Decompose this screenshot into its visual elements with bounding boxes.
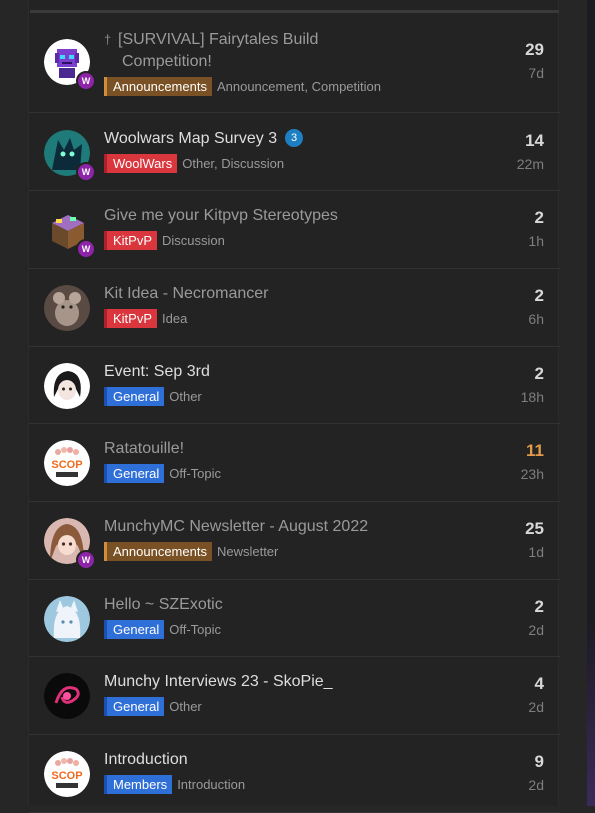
activity-age[interactable]: 1d (528, 544, 544, 560)
topic-title-text: Event: Sep 3rd (104, 363, 210, 380)
activity-age[interactable]: 7d (528, 65, 544, 81)
topic-list-header-divider (30, 10, 559, 13)
topic-meta: Announcements Newsletter (104, 541, 278, 561)
topic-tags[interactable]: Off-Topic (169, 622, 221, 637)
topic-title-link[interactable]: † [SURVIVAL] Fairytales Build (104, 29, 318, 51)
user-badge-icon: W (76, 162, 96, 182)
scop-logo-avatar-icon[interactable]: SCOP (44, 440, 90, 486)
topic-row[interactable]: Hello ~ SZExotic General Off-Topic 2 2d (29, 580, 560, 657)
topic-title-link[interactable]: Ratatouille! (104, 438, 184, 460)
topic-meta: Announcements Announcement, Competition (104, 76, 381, 96)
activity-age[interactable]: 1h (528, 233, 544, 249)
topic-row[interactable]: W Give me your Kitpvp Stereotypes KitPvP Di… (29, 191, 560, 269)
topic-title-link[interactable]: Woolwars Map Survey 3 3 (104, 128, 304, 150)
reply-count[interactable]: 2 (535, 286, 544, 306)
activity-age[interactable]: 23h (521, 466, 544, 482)
topic-title-text: MunchyMC Newsletter - August 2022 (104, 518, 369, 535)
topic-title-text: Munchy Interviews 23 - SkoPie_ (104, 673, 333, 690)
topic-row[interactable]: W Woolwars Map Survey 3 3 WoolWars Other, Di… (29, 114, 560, 191)
activity-age[interactable]: 2d (528, 699, 544, 715)
activity-age[interactable]: 18h (521, 389, 544, 405)
reply-count[interactable]: 2 (535, 208, 544, 228)
topic-title-text: [SURVIVAL] Fairytales Build (118, 31, 319, 48)
topic-meta: KitPvP Discussion (104, 230, 225, 250)
topic-row[interactable]: Kit Idea - Necromancer KitPvP Idea 2 6h (29, 269, 560, 347)
reply-count[interactable]: 25 (525, 519, 544, 539)
topic-tags[interactable]: Introduction (177, 777, 245, 792)
topic-meta: General Off-Topic (104, 619, 221, 639)
topic-row[interactable]: W † [SURVIVAL] Fairytales Build Competition… (29, 14, 560, 113)
category-badge[interactable]: General (104, 696, 165, 716)
user-badge-icon: W (76, 71, 96, 91)
neon-swirl-avatar-icon[interactable] (44, 673, 90, 719)
reply-count[interactable]: 14 (525, 131, 544, 151)
topic-title-link[interactable]: Give me your Kitpvp Stereotypes (104, 205, 338, 227)
topic-title-text: Ratatouille! (104, 440, 185, 457)
reply-count[interactable]: 2 (535, 597, 544, 617)
activity-age[interactable]: 6h (528, 311, 544, 327)
category-badge[interactable]: Members (104, 774, 173, 794)
activity-age[interactable]: 22m (517, 156, 544, 172)
topic-tags[interactable]: Discussion (162, 233, 225, 248)
topic-tags[interactable]: Announcement, Competition (217, 79, 381, 94)
reply-count[interactable]: 2 (535, 364, 544, 384)
topic-title-link[interactable]: Introduction (104, 749, 188, 771)
topic-title-link[interactable]: Kit Idea - Necromancer (104, 283, 269, 305)
scop-logo-avatar-icon[interactable]: SCOP (44, 751, 90, 797)
user-badge-icon: W (76, 550, 96, 570)
topic-title-link[interactable]: MunchyMC Newsletter - August 2022 (104, 516, 368, 538)
rat-avatar-icon[interactable] (44, 285, 90, 331)
unread-count-badge[interactable]: 3 (285, 129, 304, 147)
category-badge[interactable]: Announcements (104, 76, 212, 96)
topic-row[interactable]: Event: Sep 3rd General Other 2 18h (29, 347, 560, 424)
topic-meta: Members Introduction (104, 774, 245, 794)
topic-meta: WoolWars Other, Discussion (104, 153, 284, 173)
pin-icon: † (104, 32, 112, 47)
scop-logo-text: SCOP (51, 459, 82, 471)
topic-title-text: Kit Idea - Necromancer (104, 285, 269, 302)
topic-meta: KitPvP Idea (104, 308, 187, 328)
topic-title-link[interactable]: Hello ~ SZExotic (104, 594, 223, 616)
topic-title-text: Woolwars Map Survey 3 (104, 130, 278, 147)
topic-row[interactable]: W MunchyMC Newsletter - August 2022 Announ… (29, 502, 560, 580)
topic-tags[interactable]: Idea (162, 311, 187, 326)
category-badge[interactable]: KitPvP (104, 230, 158, 250)
activity-age[interactable]: 2d (528, 777, 544, 793)
reply-count[interactable]: 11 (526, 441, 544, 461)
category-badge[interactable]: WoolWars (104, 153, 178, 173)
topic-meta: General Off-Topic (104, 463, 221, 483)
scop-logo-text: SCOP (51, 770, 82, 782)
topic-meta: General Other (104, 386, 202, 406)
topic-tags[interactable]: Other (169, 389, 202, 404)
topic-row[interactable]: SCOP Ratatouille! General Off-Topic 11 23h (29, 424, 560, 502)
topic-row[interactable]: SCOP Introduction Members Introduction 9 2d (29, 735, 560, 813)
topic-title-text: Give me your Kitpvp Stereotypes (104, 207, 338, 224)
topic-tags[interactable]: Off-Topic (169, 466, 221, 481)
category-badge[interactable]: KitPvP (104, 308, 158, 328)
topic-title-continued[interactable]: Competition! (122, 51, 212, 73)
category-badge[interactable]: Announcements (104, 541, 212, 561)
reply-count[interactable]: 9 (535, 752, 544, 772)
user-badge-icon: W (76, 239, 96, 259)
topic-title-text: Introduction (104, 751, 188, 768)
topic-title-link[interactable]: Event: Sep 3rd (104, 361, 210, 383)
topic-tags[interactable]: Newsletter (217, 544, 278, 559)
topic-tags[interactable]: Other, Discussion (182, 156, 284, 171)
topic-row[interactable]: Munchy Interviews 23 - SkoPie_ General Oth… (29, 657, 560, 735)
topic-tags[interactable]: Other (169, 699, 202, 714)
anime-girl-sketch-avatar-icon[interactable] (44, 363, 90, 409)
page-scroll-edge (587, 0, 595, 806)
category-badge[interactable]: General (104, 463, 165, 483)
category-badge[interactable]: General (104, 619, 165, 639)
reply-count[interactable]: 4 (535, 674, 544, 694)
topic-meta: General Other (104, 696, 202, 716)
topic-title-link[interactable]: Munchy Interviews 23 - SkoPie_ (104, 671, 333, 693)
topic-list: W † [SURVIVAL] Fairytales Build Competition… (28, 0, 560, 813)
white-fox-avatar-icon[interactable] (44, 596, 90, 642)
reply-count[interactable]: 29 (525, 40, 544, 60)
topic-title-text: Hello ~ SZExotic (104, 596, 223, 613)
category-badge[interactable]: General (104, 386, 165, 406)
activity-age[interactable]: 2d (528, 622, 544, 638)
